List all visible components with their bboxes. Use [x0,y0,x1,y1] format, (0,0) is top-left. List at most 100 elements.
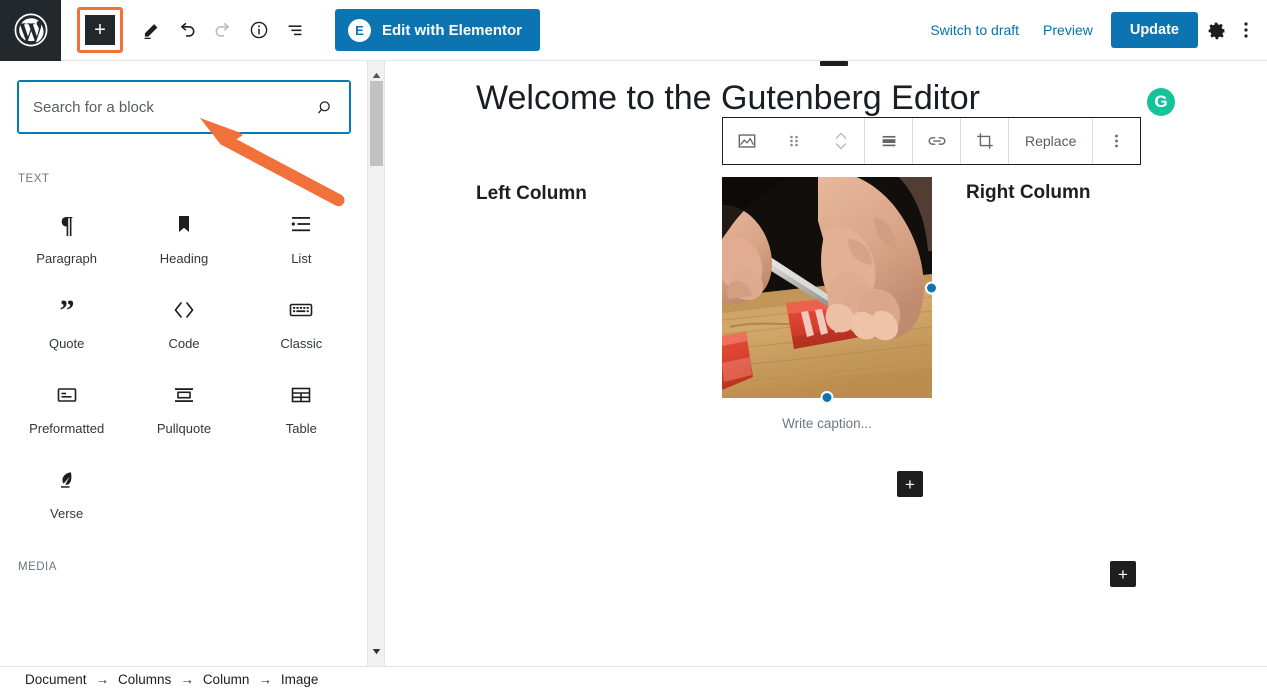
block-item-preformatted[interactable]: Preformatted [8,363,125,448]
add-block-button-inline[interactable]: + [897,471,923,497]
image-caption-placeholder[interactable]: Write caption... [722,416,932,431]
align-icon-button[interactable] [865,118,912,164]
scroll-up-arrow-icon [372,72,381,78]
align-icon [882,135,895,147]
move-up-down-icon [835,132,846,150]
gutenberg-editor-window: + E Edit with Elementor Switch to draft … [0,0,1267,691]
verse-feather-icon [54,462,80,498]
plus-icon: + [1118,564,1128,584]
preview-button[interactable]: Preview [1031,14,1105,46]
block-item-label: Verse [50,506,84,521]
block-item-label: Preformatted [29,421,105,436]
table-icon [288,377,314,413]
list-icon [288,207,314,243]
block-navigation-icon [288,25,302,36]
plus-icon: + [94,19,106,41]
image-block-icon-button[interactable] [723,118,770,164]
svg-text:”: ” [59,297,74,323]
drag-handle-icon-button[interactable] [770,118,817,164]
block-toolbar-group-more [1093,118,1140,164]
link-icon-button[interactable] [913,118,960,164]
image-resize-handle-right[interactable] [925,281,938,294]
text-block-grid: ¶ Paragraph Heading List ” Quote Code Cl… [0,193,368,533]
block-toolbar-group-link [913,118,961,164]
breadcrumb-item-columns[interactable]: Columns [118,672,171,687]
edit-pen-icon [144,23,157,39]
more-options-button[interactable] [1235,11,1257,49]
editor-top-bar: + E Edit with Elementor Switch to draft … [0,0,1267,61]
drag-handle-icon [789,135,798,147]
settings-gear-button[interactable] [1198,12,1235,49]
replace-button[interactable]: Replace [1009,118,1092,164]
redo-icon-button[interactable] [205,12,241,48]
scroll-down-arrow-button[interactable] [368,643,384,660]
preformatted-icon [54,377,80,413]
breadcrumb-item-document[interactable]: Document [25,672,87,687]
block-item-pullquote[interactable]: Pullquote [125,363,242,448]
add-block-inserter-button[interactable]: + [83,13,117,47]
block-inserter-panel: TEXT ¶ Paragraph Heading [0,61,385,666]
block-item-label: Pullquote [156,421,212,436]
update-button[interactable]: Update [1110,12,1198,48]
block-search-box[interactable] [18,81,350,133]
breadcrumb: Document → Columns → Column → Image [0,666,1267,691]
crop-icon [976,133,993,149]
parent-block-drag-handle[interactable] [820,61,848,66]
classic-keyboard-icon [287,292,315,328]
image-resize-handle-bottom[interactable] [820,391,834,404]
info-icon-button[interactable] [241,12,277,48]
elementor-logo-icon: E [348,18,371,42]
paragraph-icon: ¶ [55,207,79,243]
search-input[interactable] [33,98,316,116]
redo-icon [215,22,230,37]
block-inserter-highlight: + [77,7,123,53]
block-item-code[interactable]: Code [125,278,242,363]
image-block-icon [738,134,755,148]
right-column-text[interactable]: Right Column [966,182,1091,204]
cutting-board-photo [722,177,932,398]
code-icon [170,292,198,328]
top-bar-right-tools: Switch to draft Preview Update [918,11,1267,49]
wordpress-logo[interactable] [0,0,61,61]
breadcrumb-item-image[interactable]: Image [281,672,319,687]
block-item-list[interactable]: List [243,193,360,278]
block-item-paragraph[interactable]: ¶ Paragraph [8,193,125,278]
block-item-quote[interactable]: ” Quote [8,278,125,363]
block-item-table[interactable]: Table [243,363,360,448]
block-navigation-icon-button[interactable] [277,12,313,48]
image-block[interactable] [722,177,938,404]
switch-to-draft-button[interactable]: Switch to draft [918,14,1031,46]
grammarly-badge[interactable]: G [1147,88,1175,116]
add-block-button-appender[interactable]: + [1110,561,1136,587]
grammarly-g-icon: G [1154,92,1168,111]
move-up-down-icon-button[interactable] [817,118,864,164]
block-item-label: List [291,251,312,266]
link-icon [928,137,945,145]
ellipsis-vertical-icon [1244,22,1248,38]
edit-pen-icon-button[interactable] [133,12,169,48]
category-label-media: MEDIA [18,561,57,573]
block-item-label: Heading [159,251,209,266]
left-column-text[interactable]: Left Column [476,183,587,205]
scrollbar-thumb[interactable] [370,81,383,166]
block-item-verse[interactable]: Verse [8,448,125,533]
block-toolbar: Replace [722,117,1142,165]
undo-icon-button[interactable] [169,12,205,48]
info-icon [250,21,268,39]
gear-icon [1208,22,1226,39]
block-item-label: Table [285,421,317,436]
edit-with-elementor-button[interactable]: E Edit with Elementor [335,9,541,51]
inserter-panel-scrollbar[interactable] [367,61,384,666]
block-more-options-button[interactable] [1093,118,1140,164]
block-item-label: Code [168,336,200,351]
page-title[interactable]: Welcome to the Gutenberg Editor [476,79,980,118]
block-inserter-content: TEXT ¶ Paragraph Heading [0,61,368,666]
block-item-classic[interactable]: Classic [243,278,360,363]
block-toolbar-group-crop [961,118,1009,164]
block-toolbar-group-replace: Replace [1009,118,1094,164]
undo-icon [180,22,195,37]
block-item-heading[interactable]: Heading [125,193,242,278]
breadcrumb-item-column[interactable]: Column [203,672,250,687]
crop-icon-button[interactable] [961,118,1008,164]
category-label-text: TEXT [18,173,50,185]
